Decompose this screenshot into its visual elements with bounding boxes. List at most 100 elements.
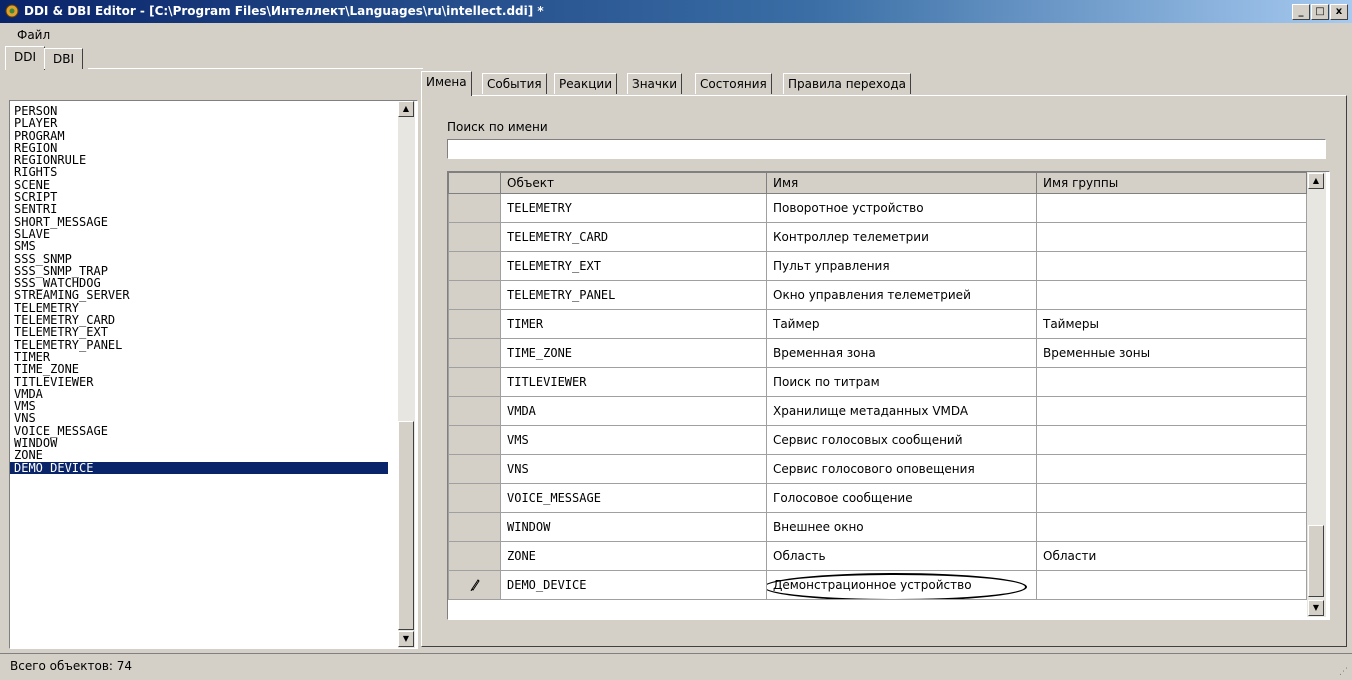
- cell-name[interactable]: Контроллер телеметрии: [766, 222, 1037, 252]
- cell-group[interactable]: Области: [1036, 541, 1307, 571]
- cell-group[interactable]: [1036, 454, 1307, 484]
- close-button[interactable]: x: [1330, 4, 1348, 20]
- arrow-down-icon[interactable]: ▼: [398, 631, 414, 647]
- table-row[interactable]: VMDA Хранилище метаданных VMDA: [448, 396, 1307, 426]
- list-item[interactable]: SCENE: [10, 178, 388, 191]
- table-row[interactable]: ZONE Область Области: [448, 541, 1307, 571]
- list-item[interactable]: SSS_SNMP: [10, 252, 388, 265]
- list-item[interactable]: VMS: [10, 400, 388, 413]
- cell-group[interactable]: [1036, 570, 1307, 600]
- row-header[interactable]: [448, 396, 501, 426]
- cell-group[interactable]: [1036, 251, 1307, 281]
- cell-name[interactable]: Окно управления телеметрией: [766, 280, 1037, 310]
- tab-ddi[interactable]: DDI: [5, 46, 46, 70]
- left-scroll-thumb[interactable]: [398, 421, 414, 630]
- arrow-up-icon[interactable]: ▲: [398, 101, 414, 117]
- cell-group[interactable]: [1036, 193, 1307, 223]
- list-item[interactable]: VNS: [10, 412, 388, 425]
- menu-file[interactable]: Файл: [17, 28, 50, 42]
- arrow-up-icon[interactable]: ▲: [1308, 173, 1324, 189]
- cell-group[interactable]: Временные зоны: [1036, 338, 1307, 368]
- row-header[interactable]: [448, 193, 501, 223]
- list-item[interactable]: PERSON: [10, 105, 388, 118]
- tab-events[interactable]: События: [482, 73, 547, 94]
- table-row[interactable]: VOICE_MESSAGE Голосовое сообщение: [448, 483, 1307, 513]
- table-row[interactable]: TELEMETRY_CARD Контроллер телеметрии: [448, 222, 1307, 252]
- list-item[interactable]: TIME_ZONE: [10, 363, 388, 376]
- cell-name[interactable]: Внешнее окно: [766, 512, 1037, 542]
- cell-name[interactable]: Временная зона: [766, 338, 1037, 368]
- list-item[interactable]: SCRIPT: [10, 191, 388, 204]
- table-row[interactable]: TIME_ZONE Временная зона Временные зоны: [448, 338, 1307, 368]
- table-row[interactable]: TELEMETRY_EXT Пульт управления: [448, 251, 1307, 281]
- row-header[interactable]: [448, 222, 501, 252]
- list-item[interactable]: WINDOW: [10, 437, 388, 450]
- cell-group[interactable]: [1036, 367, 1307, 397]
- object-type-list[interactable]: PERSON PLAYER PROGRAM REGION REGIONRULE RIGHT…: [9, 100, 418, 649]
- cell-object[interactable]: ZONE: [500, 541, 767, 571]
- cell-object[interactable]: VOICE_MESSAGE: [500, 483, 767, 513]
- row-header[interactable]: [448, 367, 501, 397]
- table-row[interactable]: TIMER Таймер Таймеры: [448, 309, 1307, 339]
- tab-states[interactable]: Состояния: [695, 73, 772, 94]
- cell-object[interactable]: TIME_ZONE: [500, 338, 767, 368]
- tab-reactions[interactable]: Реакции: [554, 73, 617, 94]
- row-header[interactable]: [448, 483, 501, 513]
- cell-object[interactable]: VNS: [500, 454, 767, 484]
- cell-group[interactable]: [1036, 425, 1307, 455]
- tab-icons[interactable]: Значки: [627, 73, 683, 94]
- list-item[interactable]: DEMO_DEVICE: [10, 461, 388, 474]
- cell-name[interactable]: Таймер: [766, 309, 1037, 339]
- cell-name[interactable]: Пульт управления: [766, 251, 1037, 281]
- minimize-button[interactable]: _: [1292, 4, 1310, 20]
- tab-dbi[interactable]: DBI: [44, 48, 84, 69]
- column-header-object[interactable]: Объект: [500, 172, 767, 194]
- cell-object[interactable]: VMDA: [500, 396, 767, 426]
- cell-object[interactable]: TELEMETRY_PANEL: [500, 280, 767, 310]
- row-header[interactable]: [448, 454, 501, 484]
- table-row[interactable]: DEMO_DEVICE Демонстрационное устройство: [448, 570, 1307, 600]
- list-item[interactable]: VMDA: [10, 388, 388, 401]
- cell-name[interactable]: Голосовое сообщение: [766, 483, 1037, 513]
- table-row[interactable]: TITLEVIEWER Поиск по титрам: [448, 367, 1307, 397]
- list-item[interactable]: TITLEVIEWER: [10, 375, 388, 388]
- row-header[interactable]: [448, 570, 501, 600]
- cell-object[interactable]: DEMO_DEVICE: [500, 570, 767, 600]
- table-row[interactable]: VNS Сервис голосового оповещения: [448, 454, 1307, 484]
- resize-grip-icon[interactable]: ⋰: [1339, 667, 1348, 677]
- list-item[interactable]: PLAYER: [10, 117, 388, 130]
- table-row[interactable]: WINDOW Внешнее окно: [448, 512, 1307, 542]
- cell-object[interactable]: TITLEVIEWER: [500, 367, 767, 397]
- list-item[interactable]: SMS: [10, 240, 388, 253]
- list-item[interactable]: SENTRI: [10, 203, 388, 216]
- grid-scroll-thumb[interactable]: [1308, 525, 1324, 597]
- list-item[interactable]: SHORT_MESSAGE: [10, 215, 388, 228]
- list-item[interactable]: REGIONRULE: [10, 154, 388, 167]
- row-header[interactable]: [448, 309, 501, 339]
- search-input[interactable]: [447, 139, 1326, 159]
- list-item[interactable]: VOICE_MESSAGE: [10, 424, 388, 437]
- cell-name[interactable]: Сервис голосовых сообщений: [766, 425, 1037, 455]
- cell-group[interactable]: [1036, 396, 1307, 426]
- cell-name[interactable]: Хранилище метаданных VMDA: [766, 396, 1037, 426]
- list-item[interactable]: SLAVE: [10, 228, 388, 241]
- cell-name[interactable]: Область: [766, 541, 1037, 571]
- row-header[interactable]: [448, 251, 501, 281]
- table-row[interactable]: TELEMETRY Поворотное устройство: [448, 193, 1307, 223]
- cell-object[interactable]: WINDOW: [500, 512, 767, 542]
- cell-object[interactable]: TIMER: [500, 309, 767, 339]
- cell-group[interactable]: [1036, 512, 1307, 542]
- cell-group[interactable]: [1036, 483, 1307, 513]
- tab-transition-rules[interactable]: Правила перехода: [783, 73, 912, 94]
- list-item[interactable]: TELEMETRY_EXT: [10, 326, 388, 339]
- cell-group[interactable]: [1036, 280, 1307, 310]
- names-grid[interactable]: Объект Имя Имя группы TELEMETRY Поворотно…: [447, 171, 1330, 620]
- cell-object[interactable]: TELEMETRY_EXT: [500, 251, 767, 281]
- row-header[interactable]: [448, 338, 501, 368]
- maximize-button[interactable]: □: [1311, 4, 1329, 20]
- cell-object[interactable]: TELEMETRY: [500, 193, 767, 223]
- list-item[interactable]: TELEMETRY_PANEL: [10, 338, 388, 351]
- table-row[interactable]: VMS Сервис голосовых сообщений: [448, 425, 1307, 455]
- row-header[interactable]: [448, 280, 501, 310]
- list-item[interactable]: RIGHTS: [10, 166, 388, 179]
